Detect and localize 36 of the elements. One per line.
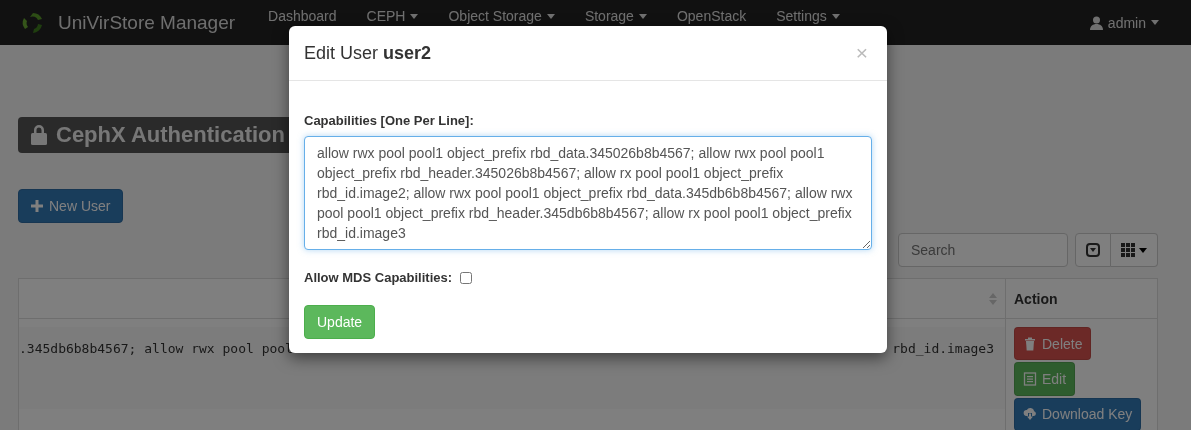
- mds-label: Allow MDS Capabilities:: [304, 270, 453, 285]
- delete-button[interactable]: Delete: [1014, 327, 1092, 361]
- list-icon: [1023, 372, 1037, 386]
- nav-link[interactable]: OpenStack: [661, 9, 762, 24]
- caret-icon: [1139, 247, 1147, 253]
- cloud-download-icon: [1023, 407, 1037, 422]
- user-icon: [1089, 15, 1103, 30]
- close-button[interactable]: ×: [851, 41, 872, 65]
- user-menu[interactable]: admin: [1089, 14, 1159, 31]
- download-button[interactable]: Download Key: [1014, 397, 1142, 430]
- update-button[interactable]: Update: [304, 305, 376, 339]
- toggle-view-button[interactable]: [1075, 233, 1111, 267]
- edit-button[interactable]: Edit: [1014, 362, 1076, 396]
- grid-icon: [1121, 243, 1135, 257]
- nav-link[interactable]: Storage: [569, 9, 662, 24]
- capabilities-label: Capabilities [One Per Line]:: [304, 113, 475, 128]
- capabilities-field[interactable]: allow rwx pool pool1 object_prefix rbd_data.345026b8b4567; allow rwx pool pool1 object_prefix rbd_header.345026b8b4567; allow rx pool pool1 object_prefix rbd_id.image2; allow rwx pool pool1 object_prefix rbd_data.345db6b8b4567; allow rwx pool pool1 object_prefix rbd_header.345db6b8b4567; allow rx pool pool1 object_prefix rbd_id.image3: [304, 136, 872, 250]
- capabilities-text: rbd_id.image3: [892, 341, 994, 358]
- caret-icon: [1151, 20, 1159, 25]
- dialog-title: Edit User user2: [304, 42, 432, 64]
- page-title-text: CephX Authentication: [56, 122, 285, 148]
- capabilities-text: .345db6b8b4567; allow rwx pool pool: [19, 341, 293, 358]
- nav-link[interactable]: Object Storage: [433, 9, 570, 24]
- lock-icon: [30, 124, 48, 146]
- search-field[interactable]: Search: [898, 233, 1068, 267]
- plus-icon: [31, 200, 43, 212]
- mds-checkbox[interactable]: [460, 271, 473, 284]
- column-header: Action: [1005, 279, 1157, 319]
- brand-name[interactable]: UniVirStore Manager: [58, 11, 236, 34]
- nav-link[interactable]: Settings: [761, 9, 855, 24]
- nav-link[interactable]: CEPH: [351, 9, 434, 24]
- toggle-icon: [1086, 243, 1100, 257]
- nav-link[interactable]: Dashboard: [253, 9, 352, 24]
- new-user-button[interactable]: New User: [18, 189, 124, 223]
- trash-icon: [1023, 336, 1037, 351]
- columns-button[interactable]: [1111, 233, 1158, 267]
